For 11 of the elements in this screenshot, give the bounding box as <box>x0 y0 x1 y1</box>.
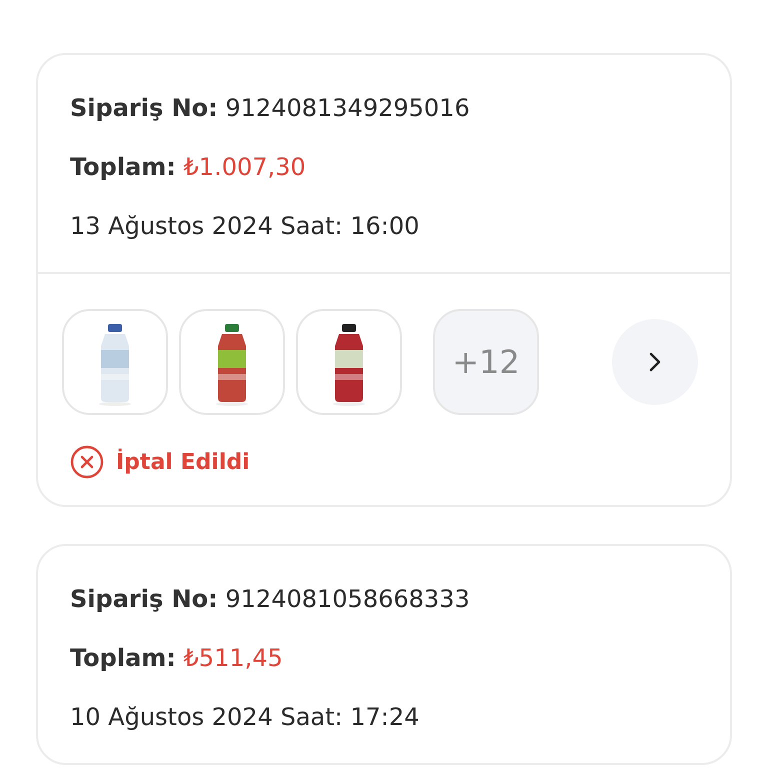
cancel-circle-icon <box>70 445 104 479</box>
order-total: Toplam: ₺511,45 <box>70 643 284 674</box>
chevron-right-icon <box>649 352 661 372</box>
order-card[interactable]: Sipariş No: 9124081058668333 Toplam: ₺511,45 10 Ağustos 2024 Saat: 17:24 <box>36 544 732 765</box>
order-number: Sipariş No: 9124081349295016 <box>70 93 471 124</box>
order-status: İptal Edildi <box>116 450 250 474</box>
order-date: 10 Ağustos 2024 Saat: 17:24 <box>70 702 420 733</box>
order-card[interactable]: Sipariş No: 9124081349295016 Toplam: ₺1.007,30 13 Ağustos 2024 Saat: 16:00 +12 İptal Edildi <box>36 53 732 507</box>
order-total: Toplam: ₺1.007,30 <box>70 152 307 183</box>
order-date: 13 Ağustos 2024 Saat: 16:00 <box>70 211 420 242</box>
order-number: Sipariş No: 9124081058668333 <box>70 584 471 615</box>
